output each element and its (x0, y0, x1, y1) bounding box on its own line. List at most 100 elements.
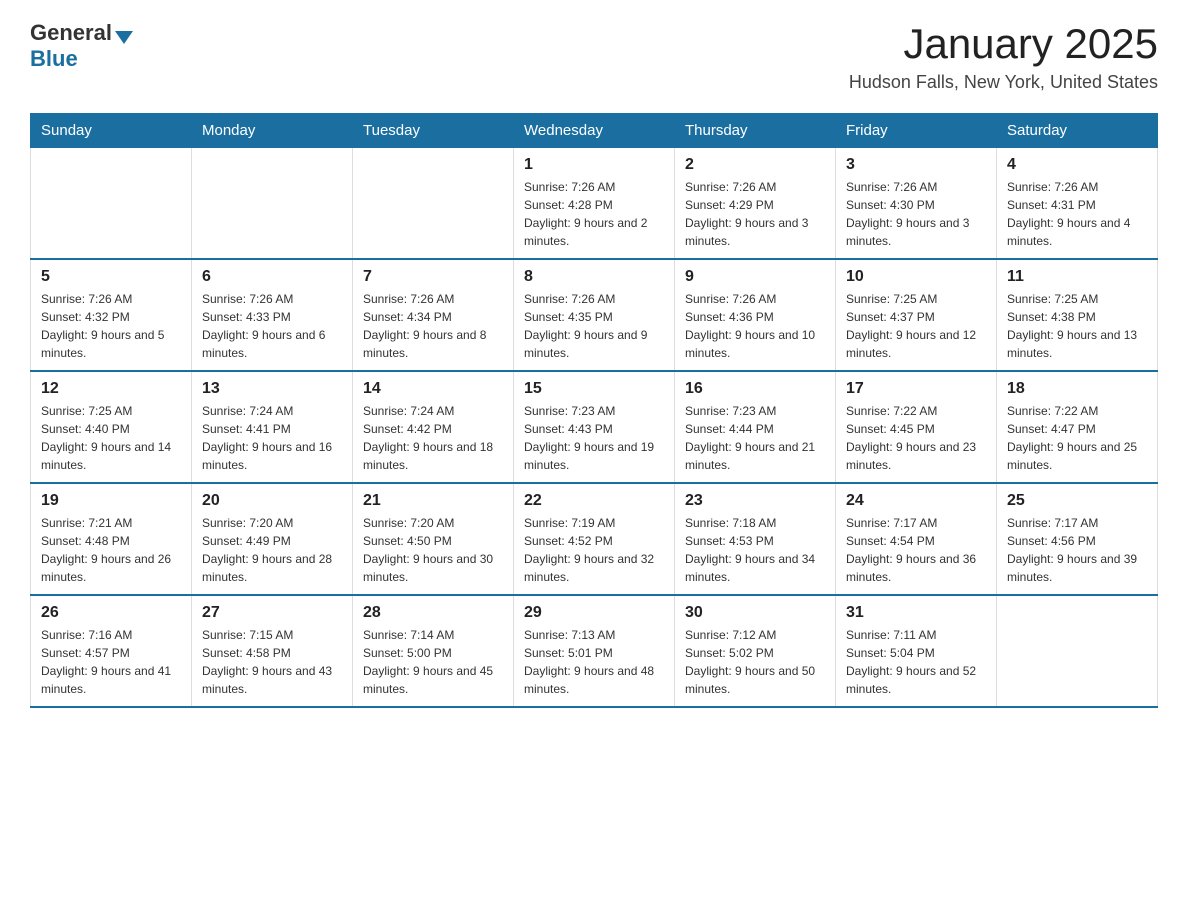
calendar-cell (192, 148, 353, 260)
day-info: Sunrise: 7:26 AMSunset: 4:30 PMDaylight:… (846, 178, 986, 250)
day-info: Sunrise: 7:14 AMSunset: 5:00 PMDaylight:… (363, 626, 503, 698)
day-number: 13 (202, 380, 342, 398)
logo: General Blue (30, 20, 133, 72)
day-info: Sunrise: 7:26 AMSunset: 4:35 PMDaylight:… (524, 290, 664, 362)
calendar-cell: 21Sunrise: 7:20 AMSunset: 4:50 PMDayligh… (353, 483, 514, 595)
calendar-body: 1 Sunrise: 7:26 AMSunset: 4:28 PMDaylight… (31, 148, 1158, 708)
logo-blue-text: Blue (30, 46, 78, 71)
calendar-week-row: 12 Sunrise: 7:25 AMSunset: 4:40 PMDayligh… (31, 371, 1158, 483)
day-number: 29 (524, 604, 664, 622)
calendar-cell: 10 Sunrise: 7:25 AMSunset: 4:37 PMDayligh… (836, 259, 997, 371)
day-number: 12 (41, 380, 181, 398)
day-number: 5 (41, 268, 181, 286)
col-header-tuesday: Tuesday (353, 114, 514, 148)
day-number: 15 (524, 380, 664, 398)
calendar-cell: 29 Sunrise: 7:13 AMSunset: 5:01 PMDayligh… (514, 595, 675, 707)
col-header-wednesday: Wednesday (514, 114, 675, 148)
day-number: 19 (41, 492, 181, 510)
calendar-title: January 2025 (849, 20, 1158, 68)
day-info: Sunrise: 7:17 AMSunset: 4:54 PMDaylight:… (846, 514, 986, 586)
day-info: Sunrise: 7:13 AMSunset: 5:01 PMDaylight:… (524, 626, 664, 698)
logo-general-text: General (30, 20, 112, 46)
day-number: 14 (363, 380, 503, 398)
day-info: Sunrise: 7:24 AMSunset: 4:42 PMDaylight:… (363, 402, 503, 474)
day-info: Sunrise: 7:25 AMSunset: 4:38 PMDaylight:… (1007, 290, 1147, 362)
calendar-cell: 9Sunrise: 7:26 AMSunset: 4:36 PMDaylight… (675, 259, 836, 371)
calendar-cell: 6 Sunrise: 7:26 AMSunset: 4:33 PMDaylight… (192, 259, 353, 371)
calendar-week-row: 19Sunrise: 7:21 AMSunset: 4:48 PMDayligh… (31, 483, 1158, 595)
day-number: 1 (524, 156, 664, 174)
calendar-cell: 25Sunrise: 7:17 AMSunset: 4:56 PMDayligh… (997, 483, 1158, 595)
day-number: 10 (846, 268, 986, 286)
day-info: Sunrise: 7:16 AMSunset: 4:57 PMDaylight:… (41, 626, 181, 698)
calendar-cell: 24 Sunrise: 7:17 AMSunset: 4:54 PMDayligh… (836, 483, 997, 595)
calendar-cell: 4 Sunrise: 7:26 AMSunset: 4:31 PMDaylight… (997, 148, 1158, 260)
day-number: 30 (685, 604, 825, 622)
calendar-cell: 23 Sunrise: 7:18 AMSunset: 4:53 PMDayligh… (675, 483, 836, 595)
col-header-monday: Monday (192, 114, 353, 148)
day-info: Sunrise: 7:23 AMSunset: 4:43 PMDaylight:… (524, 402, 664, 474)
title-section: January 2025 Hudson Falls, New York, Uni… (849, 20, 1158, 93)
day-number: 28 (363, 604, 503, 622)
day-info: Sunrise: 7:26 AMSunset: 4:31 PMDaylight:… (1007, 178, 1147, 250)
day-number: 22 (524, 492, 664, 510)
calendar-cell (997, 595, 1158, 707)
day-number: 23 (685, 492, 825, 510)
calendar-week-row: 1 Sunrise: 7:26 AMSunset: 4:28 PMDaylight… (31, 148, 1158, 260)
day-number: 27 (202, 604, 342, 622)
day-info: Sunrise: 7:26 AMSunset: 4:33 PMDaylight:… (202, 290, 342, 362)
col-header-saturday: Saturday (997, 114, 1158, 148)
day-info: Sunrise: 7:25 AMSunset: 4:40 PMDaylight:… (41, 402, 181, 474)
day-info: Sunrise: 7:26 AMSunset: 4:32 PMDaylight:… (41, 290, 181, 362)
day-number: 18 (1007, 380, 1147, 398)
calendar-cell: 7 Sunrise: 7:26 AMSunset: 4:34 PMDaylight… (353, 259, 514, 371)
day-info: Sunrise: 7:15 AMSunset: 4:58 PMDaylight:… (202, 626, 342, 698)
day-number: 4 (1007, 156, 1147, 174)
calendar-cell: 20Sunrise: 7:20 AMSunset: 4:49 PMDayligh… (192, 483, 353, 595)
day-number: 7 (363, 268, 503, 286)
day-info: Sunrise: 7:17 AMSunset: 4:56 PMDaylight:… (1007, 514, 1147, 586)
day-number: 6 (202, 268, 342, 286)
day-info: Sunrise: 7:23 AMSunset: 4:44 PMDaylight:… (685, 402, 825, 474)
calendar-cell: 22Sunrise: 7:19 AMSunset: 4:52 PMDayligh… (514, 483, 675, 595)
col-header-friday: Friday (836, 114, 997, 148)
col-header-thursday: Thursday (675, 114, 836, 148)
calendar-cell: 28 Sunrise: 7:14 AMSunset: 5:00 PMDayligh… (353, 595, 514, 707)
day-info: Sunrise: 7:25 AMSunset: 4:37 PMDaylight:… (846, 290, 986, 362)
calendar-cell (353, 148, 514, 260)
calendar-cell: 1 Sunrise: 7:26 AMSunset: 4:28 PMDaylight… (514, 148, 675, 260)
day-number: 2 (685, 156, 825, 174)
day-info: Sunrise: 7:18 AMSunset: 4:53 PMDaylight:… (685, 514, 825, 586)
day-info: Sunrise: 7:22 AMSunset: 4:47 PMDaylight:… (1007, 402, 1147, 474)
day-info: Sunrise: 7:12 AMSunset: 5:02 PMDaylight:… (685, 626, 825, 698)
day-number: 11 (1007, 268, 1147, 286)
day-number: 26 (41, 604, 181, 622)
calendar-cell (31, 148, 192, 260)
calendar-subtitle: Hudson Falls, New York, United States (849, 72, 1158, 93)
day-info: Sunrise: 7:26 AMSunset: 4:28 PMDaylight:… (524, 178, 664, 250)
day-info: Sunrise: 7:22 AMSunset: 4:45 PMDaylight:… (846, 402, 986, 474)
calendar-cell: 19Sunrise: 7:21 AMSunset: 4:48 PMDayligh… (31, 483, 192, 595)
day-info: Sunrise: 7:24 AMSunset: 4:41 PMDaylight:… (202, 402, 342, 474)
day-info: Sunrise: 7:26 AMSunset: 4:36 PMDaylight:… (685, 290, 825, 362)
calendar-cell: 15 Sunrise: 7:23 AMSunset: 4:43 PMDayligh… (514, 371, 675, 483)
day-number: 31 (846, 604, 986, 622)
calendar-cell: 26 Sunrise: 7:16 AMSunset: 4:57 PMDayligh… (31, 595, 192, 707)
day-info: Sunrise: 7:20 AMSunset: 4:50 PMDaylight:… (363, 514, 503, 586)
calendar-week-row: 5 Sunrise: 7:26 AMSunset: 4:32 PMDaylight… (31, 259, 1158, 371)
calendar-week-row: 26 Sunrise: 7:16 AMSunset: 4:57 PMDayligh… (31, 595, 1158, 707)
day-info: Sunrise: 7:26 AMSunset: 4:34 PMDaylight:… (363, 290, 503, 362)
calendar-header-row: SundayMondayTuesdayWednesdayThursdayFrid… (31, 114, 1158, 148)
calendar-cell: 30 Sunrise: 7:12 AMSunset: 5:02 PMDayligh… (675, 595, 836, 707)
day-number: 24 (846, 492, 986, 510)
page-header: General Blue January 2025 Hudson Falls, … (30, 20, 1158, 93)
calendar-cell: 17Sunrise: 7:22 AMSunset: 4:45 PMDayligh… (836, 371, 997, 483)
day-info: Sunrise: 7:11 AMSunset: 5:04 PMDaylight:… (846, 626, 986, 698)
calendar-cell: 11 Sunrise: 7:25 AMSunset: 4:38 PMDayligh… (997, 259, 1158, 371)
calendar-table: SundayMondayTuesdayWednesdayThursdayFrid… (30, 113, 1158, 708)
day-number: 16 (685, 380, 825, 398)
logo-arrow-icon (115, 31, 133, 44)
calendar-cell: 18 Sunrise: 7:22 AMSunset: 4:47 PMDayligh… (997, 371, 1158, 483)
day-info: Sunrise: 7:26 AMSunset: 4:29 PMDaylight:… (685, 178, 825, 250)
col-header-sunday: Sunday (31, 114, 192, 148)
